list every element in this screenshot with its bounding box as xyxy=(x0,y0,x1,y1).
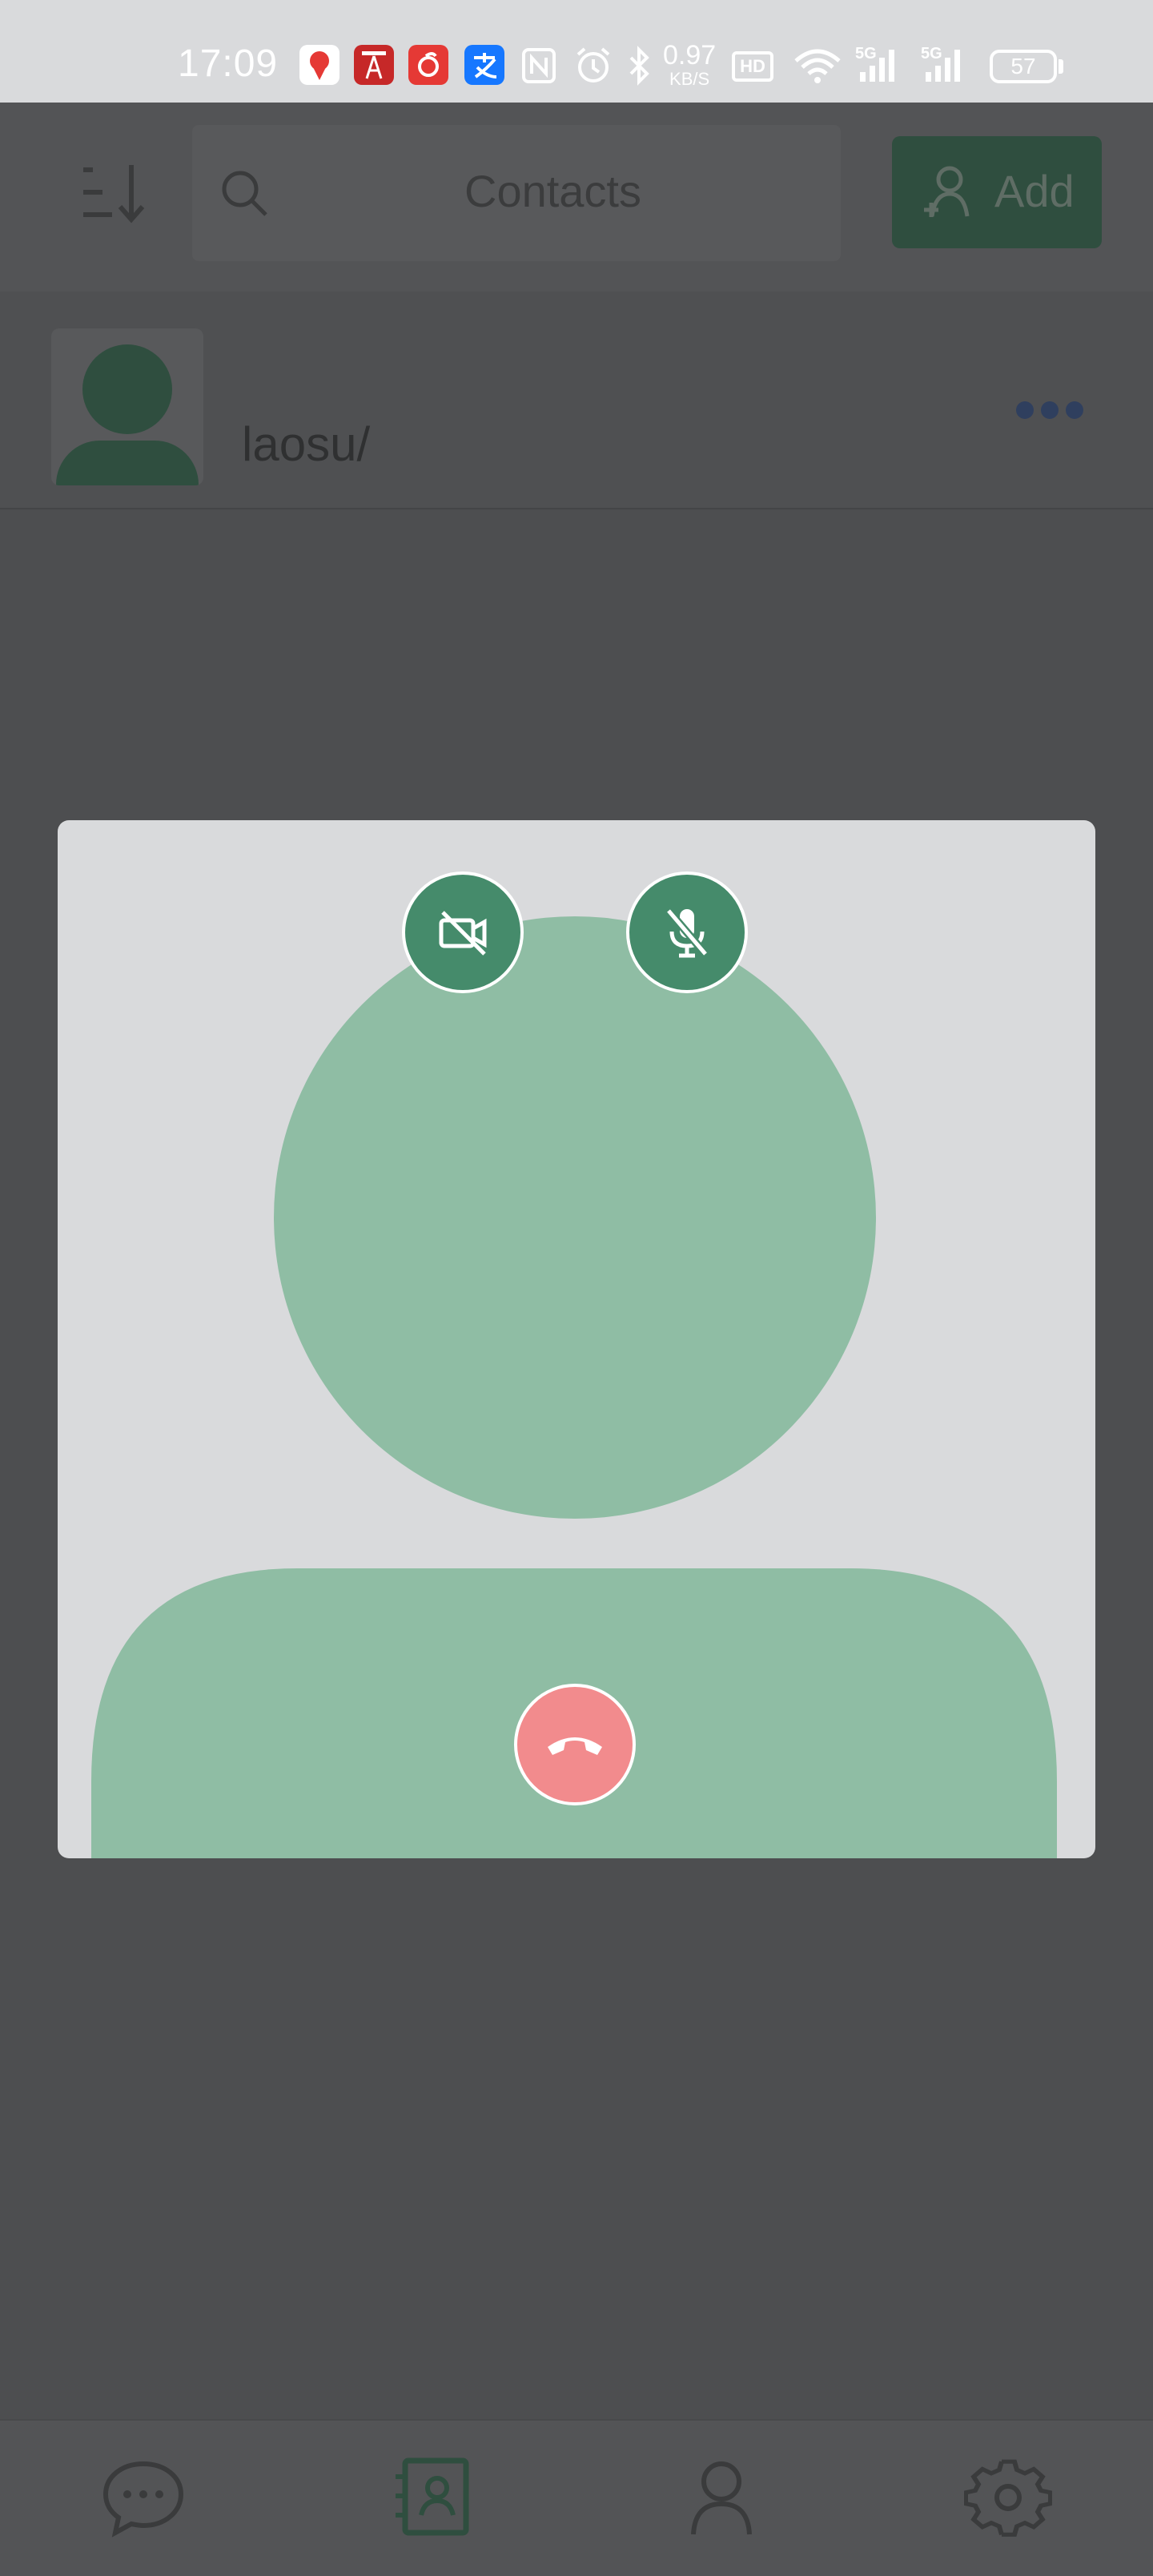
bluetooth-icon xyxy=(626,42,653,90)
network-speed: 0.97 KB/S xyxy=(663,42,716,90)
network-speed-value: 0.97 xyxy=(663,40,717,70)
signal-1-icon xyxy=(857,42,906,90)
alipay-app-icon xyxy=(464,45,504,85)
chats-icon xyxy=(102,2461,184,2538)
profile-icon xyxy=(691,2461,752,2535)
camera-off-button[interactable] xyxy=(402,871,524,993)
add-button-label: Add xyxy=(994,166,1075,216)
music-app-icon xyxy=(408,45,448,85)
map-app-icon xyxy=(299,45,339,85)
settings-icon xyxy=(963,2459,1053,2537)
battery-indicator: 57 xyxy=(990,50,1057,83)
news-app-icon xyxy=(354,45,394,85)
tab-settings[interactable] xyxy=(963,2457,1053,2538)
tab-chats[interactable] xyxy=(99,2457,187,2538)
hd-voice-badge: HD xyxy=(732,51,773,82)
tab-profile[interactable] xyxy=(677,2457,765,2538)
contact-name: laosu/ xyxy=(242,417,371,471)
battery-tip xyxy=(1059,59,1063,74)
signal-2-icon xyxy=(922,42,972,90)
camera-off-icon xyxy=(439,911,487,956)
search-placeholder: Contacts xyxy=(464,166,641,216)
tab-contacts[interactable] xyxy=(389,2457,477,2538)
nfc-icon xyxy=(520,42,557,90)
contact-avatar xyxy=(51,328,203,485)
contact-more-icon[interactable] xyxy=(1014,399,1086,421)
network-speed-unit: KB/S xyxy=(669,69,710,89)
add-user-icon xyxy=(921,165,974,221)
hang-up-icon xyxy=(548,1737,602,1755)
mic-off-button[interactable] xyxy=(626,871,748,993)
wifi-icon xyxy=(793,42,842,90)
mic-off-icon xyxy=(665,908,709,958)
search-icon xyxy=(218,167,274,223)
sort-icon xyxy=(83,165,145,223)
status-time: 17:09 xyxy=(178,42,279,85)
alarm-icon xyxy=(573,42,613,90)
hang-up-button[interactable] xyxy=(514,1684,636,1805)
sort-button[interactable] xyxy=(80,160,152,224)
contacts-icon xyxy=(396,2457,469,2536)
